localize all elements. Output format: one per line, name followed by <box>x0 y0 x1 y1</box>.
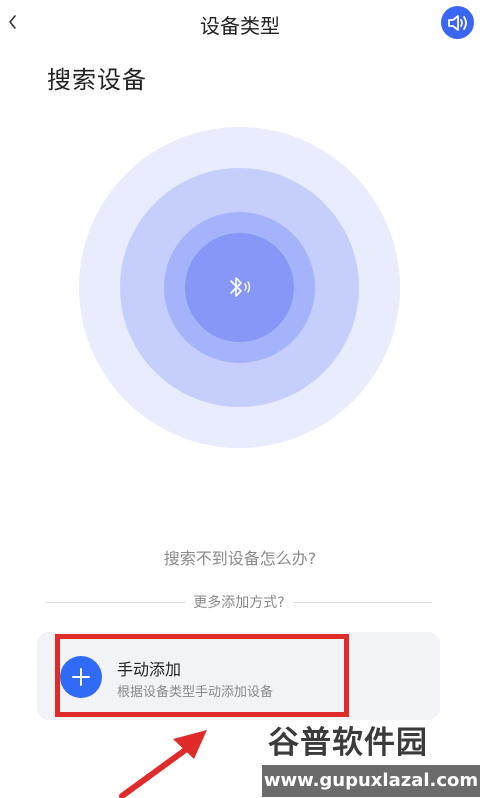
watermark-logo: 谷普软件园 <box>268 725 428 761</box>
watermark-url: www.gupuxlazal.com <box>262 765 480 797</box>
arrow-annotation <box>119 730 207 798</box>
page-title: 搜索设备 <box>47 66 147 94</box>
more-methods-divider: 更多添加方式? <box>46 590 432 614</box>
sound-button[interactable] <box>441 6 474 39</box>
more-methods-label: 更多添加方式? <box>193 595 285 611</box>
divider-line-right <box>292 601 432 603</box>
nav-title: 设备类型 <box>200 14 280 38</box>
divider-line-left <box>46 601 186 603</box>
highlight-annotation <box>55 634 349 717</box>
help-link[interactable]: 搜索不到设备怎么办? <box>0 545 480 569</box>
search-radar <box>79 127 400 448</box>
top-navigation-bar: 设备类型 <box>0 0 480 48</box>
watermark: 谷普软件园 www.gupuxlazal.com <box>262 723 480 798</box>
bluetooth-icon <box>230 277 251 297</box>
speaker-icon <box>447 14 467 31</box>
